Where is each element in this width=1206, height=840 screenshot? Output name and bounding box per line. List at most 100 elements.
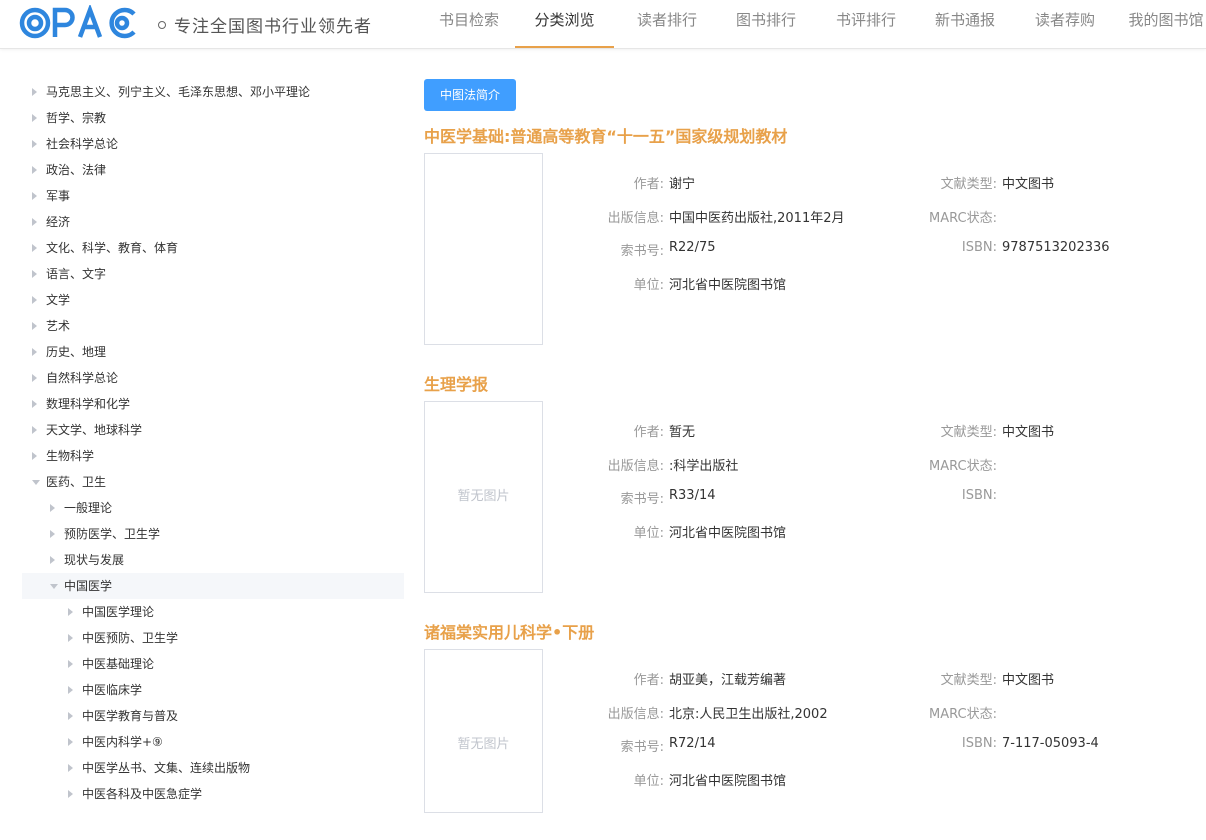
- book-title[interactable]: 诸福棠实用儿科学•下册: [424, 619, 594, 643]
- caret-right-icon[interactable]: [32, 296, 37, 304]
- caret-right-icon[interactable]: [32, 88, 37, 96]
- opac-logo[interactable]: [18, 5, 142, 41]
- tree-item[interactable]: 经济: [22, 209, 404, 235]
- tree-item-label: 中国医学理论: [82, 605, 155, 619]
- doc-type-label: 文献类型:: [940, 177, 997, 192]
- tree-item-label: 一般理论: [64, 501, 113, 515]
- tree-item[interactable]: 中医各科及中医急症学: [22, 781, 404, 807]
- publisher-value: :科学出版社: [669, 459, 739, 474]
- clc-intro-button[interactable]: 中图法简介: [424, 79, 516, 111]
- tree-item[interactable]: 艺术: [22, 313, 404, 339]
- caret-right-icon[interactable]: [68, 608, 73, 616]
- caret-right-icon[interactable]: [32, 452, 37, 460]
- caret-right-icon[interactable]: [32, 166, 37, 174]
- caret-right-icon[interactable]: [68, 764, 73, 772]
- publisher-label: 出版信息:: [607, 707, 664, 722]
- caret-right-icon[interactable]: [32, 400, 37, 408]
- caret-right-icon[interactable]: [68, 712, 73, 720]
- caret-right-icon[interactable]: [32, 114, 37, 122]
- tree-item[interactable]: 中医内科学+⑨: [22, 729, 404, 755]
- tree-item[interactable]: 预防医学、卫生学: [22, 521, 404, 547]
- tree-item-label: 中医预防、卫生学: [82, 631, 179, 645]
- tree-item[interactable]: 数理科学和化学: [22, 391, 404, 417]
- caret-right-icon[interactable]: [50, 504, 55, 512]
- tree-item[interactable]: 中医学丛书、文集、连续出版物: [22, 755, 404, 781]
- caret-right-icon[interactable]: [50, 556, 55, 564]
- caret-right-icon[interactable]: [32, 244, 37, 252]
- caret-right-icon[interactable]: [32, 374, 37, 382]
- caret-down-icon[interactable]: [32, 480, 40, 485]
- tree-item[interactable]: 中国医学: [22, 573, 404, 599]
- tree-item-label: 语言、文字: [46, 267, 107, 281]
- caret-right-icon[interactable]: [32, 426, 37, 434]
- tree-item-label: 中医内科学+⑨: [82, 735, 163, 749]
- nav-item-my-library[interactable]: 我的图书馆: [1126, 0, 1206, 46]
- tree-item[interactable]: 一般理论: [22, 495, 404, 521]
- unit-value: 河北省中医院图书馆: [669, 526, 787, 541]
- nav-item-reader-rank[interactable]: 读者排行: [634, 0, 700, 46]
- tree-item[interactable]: 军事: [22, 183, 404, 209]
- tree-item-label: 中医临床学: [82, 683, 143, 697]
- tree-item-label: 中医各科及中医急症学: [82, 787, 203, 801]
- unit-label: 单位:: [633, 278, 664, 293]
- tree-item[interactable]: 生物科学: [22, 443, 404, 469]
- tree-item[interactable]: 中医学教育与普及: [22, 703, 404, 729]
- tree-item[interactable]: 历史、地理: [22, 339, 404, 365]
- caret-right-icon[interactable]: [32, 218, 37, 226]
- tree-item[interactable]: 语言、文字: [22, 261, 404, 287]
- tree-item[interactable]: 医药、卫生: [22, 469, 404, 495]
- nav-item-review-rank[interactable]: 书评排行: [833, 0, 899, 46]
- tree-item[interactable]: 政治、法律: [22, 157, 404, 183]
- tree-item[interactable]: 哲学、宗教: [22, 105, 404, 131]
- caret-right-icon[interactable]: [68, 660, 73, 668]
- tree-item-label: 历史、地理: [46, 345, 107, 359]
- caret-right-icon[interactable]: [32, 270, 37, 278]
- caret-right-icon[interactable]: [50, 530, 55, 538]
- top-header: 专注全国图书行业领先者 书目检索 分类浏览 读者排行 图书排行 书评排行 新书通…: [0, 0, 1206, 49]
- tree-item[interactable]: 现状与发展: [22, 547, 404, 573]
- book-title[interactable]: 生理学报: [424, 371, 488, 395]
- nav-item-catalog-search[interactable]: 书目检索: [434, 0, 504, 46]
- tree-item-label: 天文学、地球科学: [46, 423, 143, 437]
- unit-label: 单位:: [633, 774, 664, 789]
- author-value: 谢宁: [669, 177, 696, 192]
- tree-item-label: 生物科学: [46, 449, 95, 463]
- tree-item[interactable]: 中医临床学: [22, 677, 404, 703]
- caret-right-icon[interactable]: [68, 634, 73, 642]
- nav-item-category-browse[interactable]: 分类浏览: [515, 0, 614, 48]
- doc-type-value: 中文图书: [1002, 177, 1055, 192]
- caret-right-icon[interactable]: [68, 790, 73, 798]
- tree-item[interactable]: 马克思主义、列宁主义、毛泽东思想、邓小平理论: [22, 79, 404, 105]
- caret-right-icon[interactable]: [32, 348, 37, 356]
- nav-item-reader-recommend[interactable]: 读者荐购: [1032, 0, 1098, 46]
- marc-label: MARC状态:: [929, 707, 997, 722]
- tree-item[interactable]: 中国医学理论: [22, 599, 404, 625]
- isbn-label: ISBN:: [961, 488, 997, 503]
- call-number-label: 索书号:: [620, 740, 664, 755]
- caret-right-icon[interactable]: [32, 322, 37, 330]
- caret-right-icon[interactable]: [32, 192, 37, 200]
- caret-right-icon[interactable]: [32, 140, 37, 148]
- tree-item-label: 军事: [46, 189, 71, 203]
- nav-item-book-rank[interactable]: 图书排行: [733, 0, 799, 46]
- tree-item[interactable]: 文化、科学、教育、体育: [22, 235, 404, 261]
- publisher-label: 出版信息:: [607, 459, 664, 474]
- slogan-text: 专注全国图书行业领先者: [174, 17, 372, 37]
- caret-right-icon[interactable]: [68, 686, 73, 694]
- author-label: 作者:: [633, 425, 664, 440]
- author-label: 作者:: [633, 673, 664, 688]
- book-title[interactable]: 中医学基础:普通高等教育“十一五”国家级规划教材: [424, 123, 787, 147]
- tree-item[interactable]: 文学: [22, 287, 404, 313]
- nav-item-new-books[interactable]: 新书通报: [932, 0, 998, 46]
- tree-item[interactable]: 自然科学总论: [22, 365, 404, 391]
- tree-item[interactable]: 社会科学总论: [22, 131, 404, 157]
- tree-item[interactable]: 天文学、地球科学: [22, 417, 404, 443]
- doc-type-value: 中文图书: [1002, 673, 1055, 688]
- doc-type-label: 文献类型:: [940, 673, 997, 688]
- tree-item[interactable]: 中医基础理论: [22, 651, 404, 677]
- caret-right-icon[interactable]: [68, 738, 73, 746]
- tree-item[interactable]: 中医预防、卫生学: [22, 625, 404, 651]
- tree-item-label: 文化、科学、教育、体育: [46, 241, 179, 255]
- tree-item-label: 哲学、宗教: [46, 111, 107, 125]
- caret-down-icon[interactable]: [50, 584, 58, 589]
